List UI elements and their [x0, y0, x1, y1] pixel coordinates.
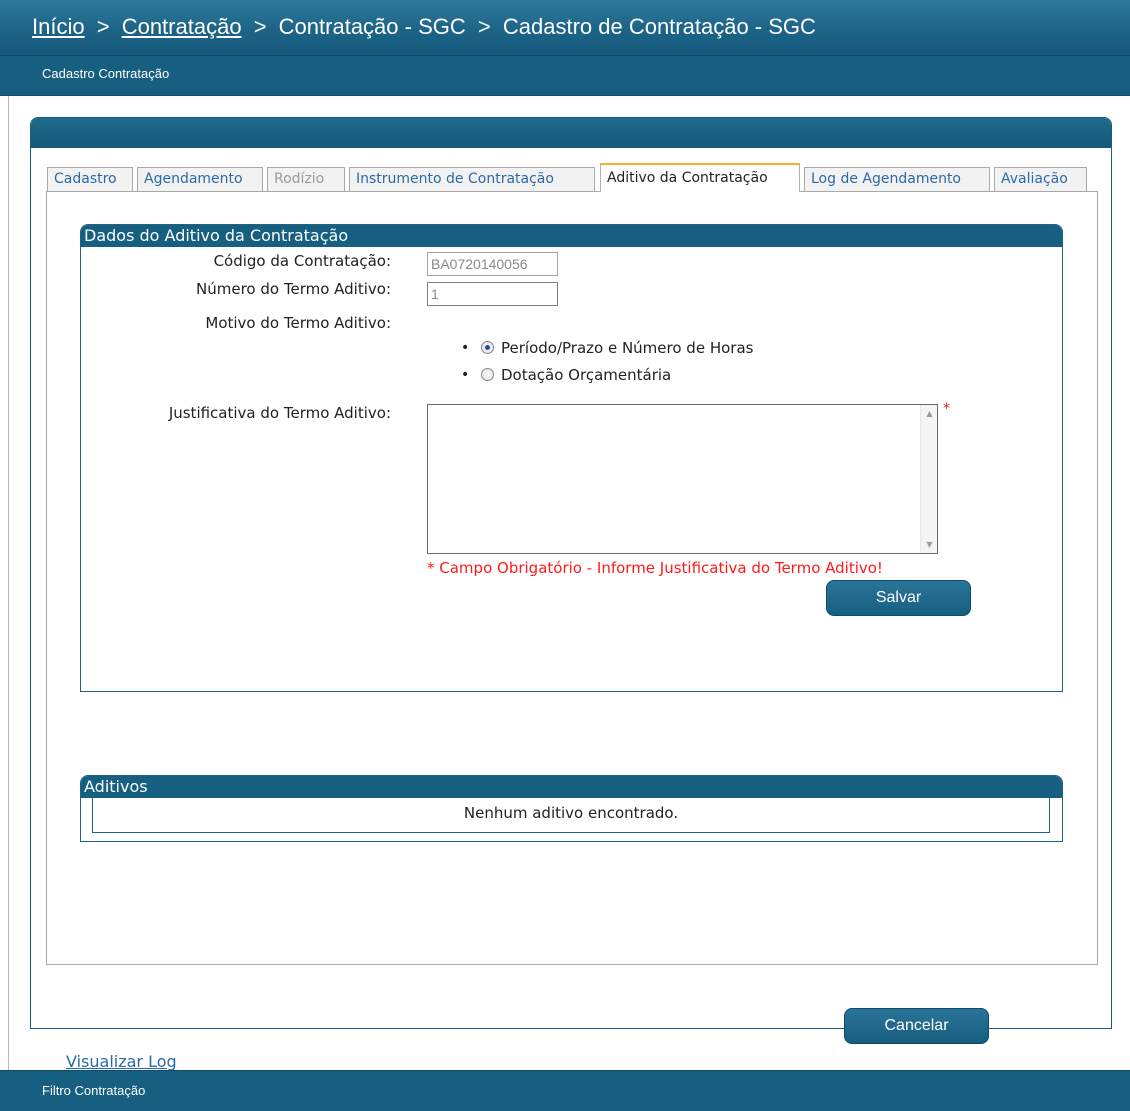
footer-filter-bar[interactable]: Filtro Contratação	[0, 1070, 1130, 1111]
bullet: •	[461, 339, 470, 356]
page-left-border	[8, 96, 9, 1070]
breadcrumb: Início > Contratação > Contratação - SGC…	[32, 14, 816, 40]
codigo-contratacao-field: BA0720140056	[427, 252, 558, 276]
subheader-bar: Cadastro Contratação	[0, 56, 1130, 96]
motivo-option-periodo[interactable]: • Período/Prazo e Número de Horas	[461, 334, 753, 361]
tab-content: Dados do Aditivo da Contratação Código d…	[46, 191, 1098, 1071]
tab-aditivo-da-contratacao[interactable]: Aditivo da Contratação	[600, 163, 800, 192]
tab-cadastro[interactable]: Cadastro	[47, 167, 133, 191]
breadcrumb-contratacao-link[interactable]: Contratação	[122, 14, 242, 39]
tab-avaliacao[interactable]: Avaliação	[994, 167, 1087, 191]
top-banner: Início > Contratação > Contratação - SGC…	[0, 0, 1130, 56]
scroll-down-arrow-icon[interactable]: ▼	[921, 536, 938, 553]
radio-periodo-prazo-label[interactable]: Período/Prazo e Número de Horas	[501, 339, 753, 357]
tab-agendamento[interactable]: Agendamento	[137, 167, 263, 191]
tab-instrumento-de-contratacao[interactable]: Instrumento de Contratação	[349, 167, 595, 191]
required-marker: *	[943, 401, 950, 417]
textarea-scrollbar[interactable]: ▲ ▼	[920, 405, 937, 553]
radio-dotacao-orcamentaria[interactable]	[481, 368, 494, 381]
aditivos-empty-message: Nenhum aditivo encontrado.	[92, 798, 1050, 833]
view-log-link[interactable]: Visualizar Log	[66, 1052, 177, 1071]
aditivo-data-section: Dados do Aditivo da Contratação Código d…	[80, 224, 1063, 692]
breadcrumb-current-page: Cadastro de Contratação - SGC	[502, 14, 816, 39]
main-panel-header	[31, 118, 1111, 148]
aditivo-data-section-title: Dados do Aditivo da Contratação	[81, 225, 1062, 247]
numero-termo-aditivo-label: Número do Termo Aditivo:	[196, 280, 391, 298]
tab-log-de-agendamento[interactable]: Log de Agendamento	[804, 167, 990, 191]
codigo-contratacao-label: Código da Contratação:	[213, 252, 391, 270]
breadcrumb-contratacao-sgc: Contratação - SGC	[278, 14, 466, 39]
radio-dotacao-orcamentaria-label[interactable]: Dotação Orçamentária	[501, 366, 671, 384]
justificativa-error-message: * Campo Obrigatório - Informe Justificat…	[427, 559, 883, 577]
cancel-button[interactable]: Cancelar	[844, 1008, 989, 1044]
tab-rodizio: Rodízio	[267, 167, 345, 191]
breadcrumb-separator: >	[477, 14, 491, 39]
bullet: •	[461, 366, 470, 383]
save-button[interactable]: Salvar	[826, 580, 971, 616]
aditivos-section: Aditivos Nenhum aditivo encontrado.	[80, 775, 1063, 842]
numero-termo-aditivo-field[interactable]: 1	[427, 282, 558, 306]
subheader-title: Cadastro Contratação	[42, 66, 170, 81]
breadcrumb-inicio-link[interactable]: Início	[32, 14, 85, 39]
radio-periodo-prazo[interactable]	[481, 341, 494, 354]
breadcrumb-separator: >	[253, 14, 267, 39]
breadcrumb-separator: >	[96, 14, 110, 39]
motivo-option-dotacao[interactable]: • Dotação Orçamentária	[461, 361, 753, 388]
aditivos-section-title: Aditivos	[81, 776, 1062, 798]
main-panel: Cadastro Agendamento Rodízio Instrumento…	[30, 117, 1112, 1071]
justificativa-textarea[interactable]: ▲ ▼	[427, 404, 938, 554]
motivo-radio-group: • Período/Prazo e Número de Horas • Dota…	[461, 334, 753, 388]
justificativa-label: Justificativa do Termo Aditivo:	[168, 404, 391, 422]
scroll-up-arrow-icon[interactable]: ▲	[921, 405, 938, 422]
motivo-termo-aditivo-label: Motivo do Termo Aditivo:	[205, 314, 391, 332]
footer-title: Filtro Contratação	[42, 1083, 146, 1098]
